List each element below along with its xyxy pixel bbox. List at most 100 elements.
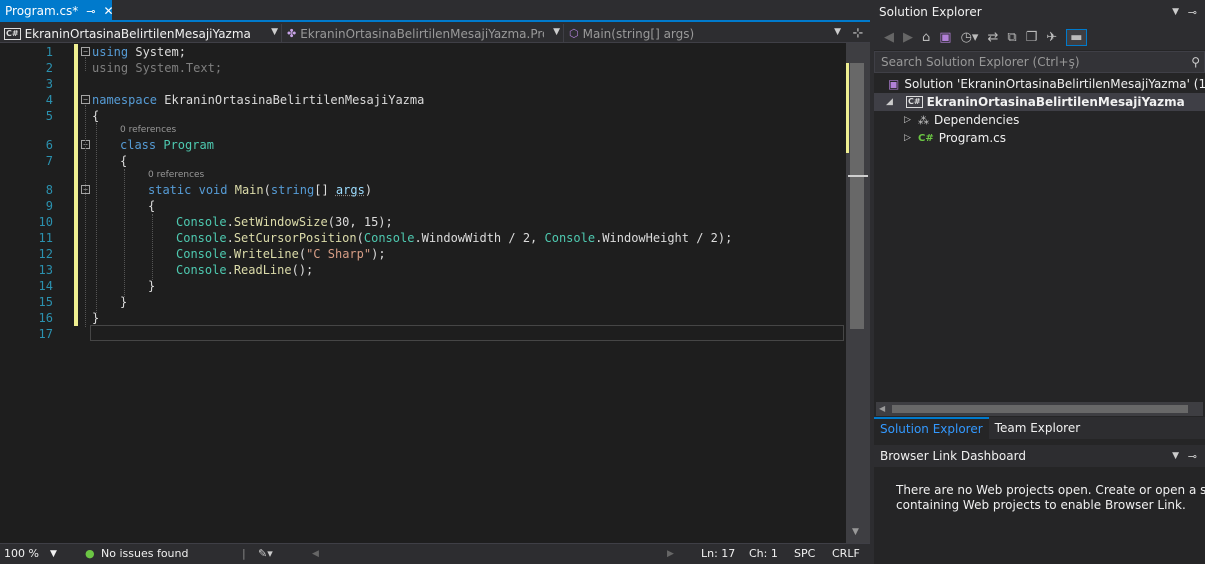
switch-views-icon[interactable]: ▣ <box>939 30 951 45</box>
tab-team-explorer[interactable]: Team Explorer <box>989 417 1087 439</box>
tree-item-label: Solution 'EkraninOrtasinaBelirtilenMesaj… <box>904 77 1205 91</box>
collapse-icon[interactable]: − <box>81 95 90 104</box>
line-number: 15 <box>38 295 53 309</box>
class-dropdown[interactable]: ✤ EkraninOrtasinaBelirtilenMesajiYazma.P… <box>284 24 564 43</box>
separator: | <box>242 547 246 560</box>
panel-title: Solution Explorer <box>879 5 982 19</box>
zoom-dropdown-icon[interactable]: ▼ <box>50 549 57 559</box>
back-icon[interactable]: ◀ <box>884 30 894 45</box>
project-dropdown-label: EkraninOrtasinaBelirtilenMesajiYazma <box>24 26 251 41</box>
browser-link-message: There are no Web projects open. Create o… <box>874 467 1205 564</box>
brush-icon[interactable]: ✎▾ <box>258 547 273 560</box>
solution-explorer-header: Solution Explorer ▼ ⊸ <box>874 0 1205 24</box>
solution-explorer-search[interactable]: Search Solution Explorer (Ctrl+ş) ⚲ <box>874 51 1205 73</box>
tree-item-program-cs[interactable]: ▷ C# Program.cs <box>874 129 1205 147</box>
line-number: 13 <box>38 263 53 277</box>
current-line-highlight <box>90 325 844 341</box>
code-line: Console.SetCursorPosition(Console.Window… <box>176 231 733 245</box>
tab-solution-explorer[interactable]: Solution Explorer <box>874 417 989 439</box>
chevron-down-icon: ▼ <box>834 27 841 37</box>
collapsed-arrow-icon[interactable]: ▷ <box>904 115 918 125</box>
document-tab-bar <box>0 0 870 22</box>
tree-item-dependencies[interactable]: ▷ ⁂ Dependencies <box>874 111 1205 129</box>
line-number: 7 <box>45 154 53 168</box>
solution-explorer-tabs: Solution Explorer Team Explorer <box>874 417 1205 439</box>
scrollbar-thumb[interactable] <box>892 405 1188 413</box>
editor-status-bar: 100 % ▼ ● No issues found | ✎▾ ◀ ▶ Ln: 1… <box>0 543 870 564</box>
code-line: { <box>120 154 128 168</box>
code-line: class Program <box>120 138 214 152</box>
tree-item-label: Program.cs <box>938 131 1007 145</box>
line-ending[interactable]: CRLF <box>832 547 860 560</box>
show-all-files-icon[interactable]: ❐ <box>1026 30 1038 45</box>
sync-icon[interactable]: ⇄ <box>987 30 998 45</box>
change-marker <box>74 44 78 326</box>
tree-item-label: EkraninOrtasinaBelirtilenMesajiYazma <box>926 95 1185 109</box>
collapsed-arrow-icon[interactable]: ▷ <box>904 133 918 143</box>
tab-program-cs[interactable]: Program.cs* ⊸ ✕ <box>0 0 114 22</box>
history-icon[interactable]: ◷▾ <box>961 30 979 45</box>
indent-guide <box>152 214 153 280</box>
collapse-icon[interactable]: − <box>81 47 90 56</box>
chevron-down-icon: ▼ <box>271 27 278 37</box>
scroll-down-icon[interactable]: ▼ <box>852 527 859 537</box>
class-icon: ✤ <box>287 27 297 40</box>
solution-explorer-horizontal-scrollbar[interactable]: ◀ <box>876 402 1203 416</box>
indent-mode[interactable]: SPC <box>794 547 815 560</box>
expanded-arrow-icon[interactable]: ◢ <box>886 97 900 107</box>
chevron-down-icon[interactable]: ▼ <box>1172 7 1179 17</box>
line-number: 5 <box>45 109 53 123</box>
chevron-down-icon[interactable]: ▼ <box>1172 451 1179 461</box>
codelens-references[interactable]: 0 references <box>120 125 176 135</box>
message-line: There are no Web projects open. Create o… <box>896 483 1205 497</box>
scrollbar-thumb[interactable] <box>850 63 864 329</box>
pin-icon[interactable]: ⊸ <box>1188 6 1197 19</box>
code-line: { <box>148 199 156 213</box>
line-indicator[interactable]: Ln: 17 <box>701 547 735 560</box>
line-number: 16 <box>38 311 53 325</box>
code-line: } <box>148 279 156 293</box>
split-editor-icon[interactable]: ⊹ <box>846 24 870 43</box>
scroll-left-icon[interactable]: ◀ <box>879 404 885 413</box>
code-line: } <box>120 295 128 309</box>
class-dropdown-label: EkraninOrtasinaBelirtilenMesajiYazma.Pro… <box>300 26 544 41</box>
code-editor[interactable]: 1 2 3 4 5 6 7 8 9 10 11 12 13 14 15 16 1… <box>0 43 846 543</box>
fold-guide <box>85 57 86 71</box>
search-placeholder: Search Solution Explorer (Ctrl+ş) <box>881 55 1080 69</box>
line-number: 8 <box>45 183 53 197</box>
zoom-level[interactable]: 100 % <box>4 547 39 560</box>
check-circle-icon: ● <box>85 547 95 560</box>
navigation-bar: C# EkraninOrtasinaBelirtilenMesajiYazma … <box>0 24 870 43</box>
code-line: using System.Text; <box>92 61 223 75</box>
scroll-right-icon[interactable]: ▶ <box>667 549 674 559</box>
dependencies-icon: ⁂ <box>918 113 929 127</box>
code-line: static void Main(string[] args) <box>148 183 373 197</box>
editor-vertical-scrollbar[interactable]: ▼ <box>846 43 870 543</box>
pin-icon[interactable]: ⊸ <box>86 5 95 18</box>
member-dropdown-label: Main(string[] args) <box>582 26 695 41</box>
close-icon[interactable]: ✕ <box>104 4 114 18</box>
tree-item-solution[interactable]: ▣ Solution 'EkraninOrtasinaBelirtilenMes… <box>874 75 1205 93</box>
scroll-left-icon[interactable]: ◀ <box>312 549 319 559</box>
line-number: 2 <box>45 61 53 75</box>
scrollbar-change-marker <box>846 63 849 153</box>
forward-icon[interactable]: ▶ <box>903 30 913 45</box>
column-indicator[interactable]: Ch: 1 <box>749 547 778 560</box>
issues-status[interactable]: No issues found <box>101 547 188 560</box>
code-line: Console.ReadLine(); <box>176 263 314 277</box>
tree-item-label: Dependencies <box>934 113 1020 127</box>
search-icon[interactable]: ⚲ <box>1191 55 1200 69</box>
tree-item-project[interactable]: ◢ C# EkraninOrtasinaBelirtilenMesajiYazm… <box>874 93 1205 111</box>
member-dropdown[interactable]: ⬡ Main(string[] args) ▼ <box>566 24 844 43</box>
code-line: } <box>92 311 100 325</box>
codelens-references[interactable]: 0 references <box>148 170 204 180</box>
collapse-all-icon[interactable]: ⧉ <box>1007 30 1016 45</box>
project-dropdown[interactable]: C# EkraninOrtasinaBelirtilenMesajiYazma … <box>0 24 282 43</box>
line-number: 3 <box>45 77 53 91</box>
csharp-project-icon: C# <box>906 96 923 108</box>
properties-wrench-icon[interactable]: ✈ <box>1046 30 1057 45</box>
line-number: 9 <box>45 199 53 213</box>
pin-icon[interactable]: ⊸ <box>1188 450 1197 463</box>
preview-icon[interactable]: ▬ <box>1066 28 1087 46</box>
home-icon[interactable]: ⌂ <box>922 30 930 45</box>
